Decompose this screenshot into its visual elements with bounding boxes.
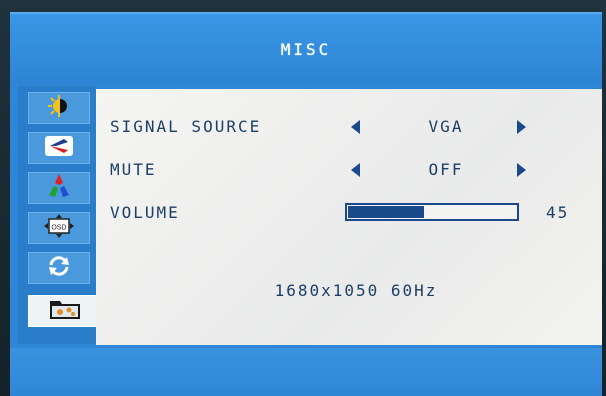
mute-next-icon[interactable]	[517, 163, 526, 177]
osd-icon-label: OSD	[51, 225, 66, 232]
reset-icon	[46, 254, 72, 282]
sidebar-item-color[interactable]	[28, 172, 90, 204]
mute-prev-icon[interactable]	[351, 163, 360, 177]
osd-header: MISC	[10, 14, 602, 84]
page-title: MISC	[280, 39, 332, 59]
resolution-status: 1680x1050 60Hz	[274, 281, 438, 300]
sidebar-item-reset[interactable]	[28, 252, 90, 284]
osd-menu: MISC OSD SIGNAL SOURCE VGA MUTE OFF VOLU…	[10, 12, 602, 396]
sidebar-item-image-setup[interactable]	[28, 132, 90, 164]
volume-slider[interactable]	[345, 203, 519, 221]
volume-label: VOLUME	[110, 203, 180, 222]
sidebar-item-osd[interactable]: OSD	[28, 212, 90, 244]
volume-value: 45	[546, 203, 570, 222]
color-temp-icon	[45, 173, 73, 203]
signal-source-value: VGA	[428, 117, 464, 136]
image-setup-icon	[44, 134, 74, 162]
mute-label: MUTE	[110, 160, 157, 179]
signal-source-label: SIGNAL SOURCE	[110, 117, 262, 136]
osd-footer	[10, 348, 602, 396]
brightness-contrast-icon	[46, 94, 72, 122]
monitor-frame: MISC OSD SIGNAL SOURCE VGA MUTE OFF VOLU…	[0, 0, 606, 396]
mute-value: OFF	[428, 160, 464, 179]
sidebar: OSD	[18, 86, 102, 344]
misc-icon	[48, 297, 82, 325]
osd-setup-icon: OSD	[43, 213, 75, 243]
volume-slider-fill	[348, 206, 424, 218]
content-panel: SIGNAL SOURCE VGA MUTE OFF VOLUME 45 168…	[96, 89, 602, 345]
signal-source-prev-icon[interactable]	[351, 120, 360, 134]
signal-source-next-icon[interactable]	[517, 120, 526, 134]
sidebar-item-brightness[interactable]	[28, 92, 90, 124]
sidebar-item-misc[interactable]	[28, 295, 102, 327]
